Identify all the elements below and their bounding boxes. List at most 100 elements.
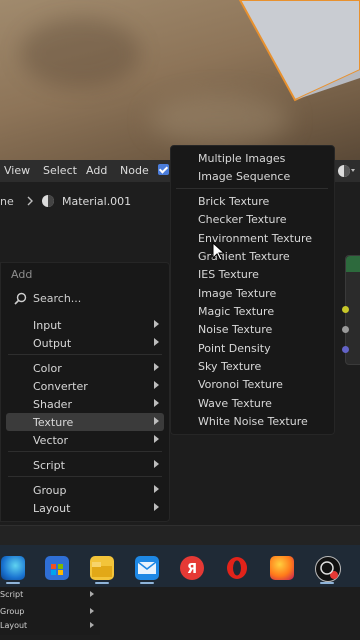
submenu-item-multiple-images[interactable]: Multiple Images: [172, 149, 330, 167]
submenu-arrow-icon: [154, 363, 159, 371]
menu-item-label: Converter: [33, 380, 88, 393]
material-icon: [42, 195, 54, 207]
submenu-item-label: Wave Texture: [198, 397, 272, 410]
menu-view[interactable]: View: [4, 164, 30, 177]
submenu-item-image-texture[interactable]: Image Texture: [172, 284, 330, 302]
submenu-item-label: Image Texture: [198, 287, 277, 300]
folder-icon[interactable]: [90, 556, 114, 580]
submenu-item-gradient-texture[interactable]: Gradient Texture: [172, 247, 330, 265]
menu-item-label: Output: [33, 337, 72, 350]
search-icon: [14, 292, 27, 305]
submenu-arrow-icon: [154, 381, 159, 389]
menu-item-converter[interactable]: Converter: [6, 377, 164, 395]
menu-item-label: Script: [33, 459, 65, 472]
menu-separator: [176, 188, 328, 189]
submenu-arrow-icon: [154, 399, 159, 407]
menu-select[interactable]: Select: [43, 164, 77, 177]
submenu-item-label: Sky Texture: [198, 360, 262, 373]
menu-item-vector[interactable]: Vector: [6, 431, 164, 449]
menu-item-label: Color: [33, 362, 62, 375]
menu-item-label: Input: [33, 319, 62, 332]
menu-node[interactable]: Node: [120, 164, 149, 177]
menu-item-output[interactable]: Output: [6, 334, 164, 352]
yandex-icon[interactable]: Я: [180, 556, 204, 580]
use-nodes-checkbox[interactable]: [158, 164, 169, 175]
submenu-item-brick-texture[interactable]: Brick Texture: [172, 192, 330, 210]
menu-item-color[interactable]: Color: [6, 359, 164, 377]
submenu-item-ies-texture[interactable]: IES Texture: [172, 265, 330, 283]
svg-text:Я: Я: [187, 562, 197, 577]
submenu-item-noise-texture[interactable]: Noise Texture: [172, 320, 330, 338]
active-app-indicator: [140, 582, 154, 584]
submenu-item-magic-texture[interactable]: Magic Texture: [172, 302, 330, 320]
submenu-item-checker-texture[interactable]: Checker Texture: [172, 210, 330, 228]
submenu-item-label: Noise Texture: [198, 323, 273, 336]
submenu-item-wave-texture[interactable]: Wave Texture: [172, 394, 330, 412]
edge-icon[interactable]: [1, 556, 25, 580]
sphere-icon: [338, 165, 355, 177]
add-menu-title: Add: [11, 268, 33, 281]
shading-dropdown[interactable]: [337, 163, 357, 179]
firefox-icon[interactable]: [270, 556, 294, 580]
menu-add[interactable]: Add: [86, 164, 107, 177]
menu-separator: [8, 451, 162, 452]
socket-icon[interactable]: [342, 346, 349, 353]
submenu-item-environment-texture[interactable]: Environment Texture: [172, 229, 330, 247]
submenu-arrow-icon: [90, 622, 94, 628]
submenu-arrow-icon: [154, 485, 159, 493]
menu-item-label: Shader: [33, 398, 72, 411]
menu-separator: [8, 354, 162, 355]
mouse-cursor-icon: [212, 242, 226, 261]
submenu-item-label: Multiple Images: [198, 152, 286, 165]
socket-icon[interactable]: [342, 306, 349, 313]
obs-icon[interactable]: [315, 556, 341, 582]
submenu-arrow-icon: [154, 320, 159, 328]
submenu-item-white-noise-texture[interactable]: White Noise Texture: [172, 412, 330, 430]
store-icon[interactable]: [45, 556, 69, 580]
menu-separator: [8, 476, 162, 477]
submenu-item-label: White Noise Texture: [198, 415, 308, 428]
bottom-menu-layout[interactable]: Layout: [0, 619, 96, 633]
3d-viewport[interactable]: [0, 0, 360, 160]
bottom-menu-label: Layout: [0, 621, 28, 630]
menu-item-layout[interactable]: Layout: [6, 499, 164, 517]
opera-icon[interactable]: [225, 556, 249, 580]
submenu-arrow-icon: [154, 503, 159, 511]
menu-item-label: Group: [33, 484, 67, 497]
submenu-item-image-sequence[interactable]: Image Sequence: [172, 167, 330, 185]
bottom-menu-label: Group: [0, 607, 25, 616]
submenu-item-label: Voronoi Texture: [198, 378, 283, 391]
menu-item-shader[interactable]: Shader: [6, 395, 164, 413]
selected-cube[interactable]: [0, 0, 360, 160]
mail-icon[interactable]: [135, 556, 159, 580]
submenu-arrow-icon: [154, 417, 159, 425]
node-header: [346, 256, 360, 272]
active-app-indicator: [95, 582, 109, 584]
bottom-menu-label: Script: [0, 590, 24, 599]
menu-item-texture[interactable]: Texture: [6, 413, 164, 431]
socket-icon[interactable]: [342, 326, 349, 333]
submenu-item-sky-texture[interactable]: Sky Texture: [172, 357, 330, 375]
search-placeholder: Search...: [33, 292, 82, 305]
submenu-item-label: Brick Texture: [198, 195, 270, 208]
material-output-node[interactable]: [342, 255, 360, 365]
breadcrumb-material[interactable]: Material.001: [62, 195, 131, 208]
submenu-arrow-icon: [154, 460, 159, 468]
active-app-indicator: [6, 582, 20, 584]
submenu-item-point-density[interactable]: Point Density: [172, 339, 330, 357]
chevron-right-icon: [27, 196, 33, 206]
submenu-item-label: IES Texture: [198, 268, 259, 281]
breadcrumb-object[interactable]: ne: [0, 195, 14, 208]
menu-item-label: Texture: [33, 416, 74, 429]
bottom-menu-script[interactable]: Script: [0, 588, 96, 602]
menu-item-script[interactable]: Script: [6, 456, 164, 474]
submenu-item-label: Image Sequence: [198, 170, 291, 183]
submenu-arrow-icon: [154, 338, 159, 346]
submenu-item-label: Magic Texture: [198, 305, 275, 318]
bottom-menu-group[interactable]: Group: [0, 605, 96, 619]
submenu-item-voronoi-texture[interactable]: Voronoi Texture: [172, 375, 330, 393]
menu-item-input[interactable]: Input: [6, 316, 164, 334]
menu-item-label: Vector: [33, 434, 69, 447]
submenu-arrow-icon: [90, 608, 94, 614]
menu-item-group[interactable]: Group: [6, 481, 164, 499]
